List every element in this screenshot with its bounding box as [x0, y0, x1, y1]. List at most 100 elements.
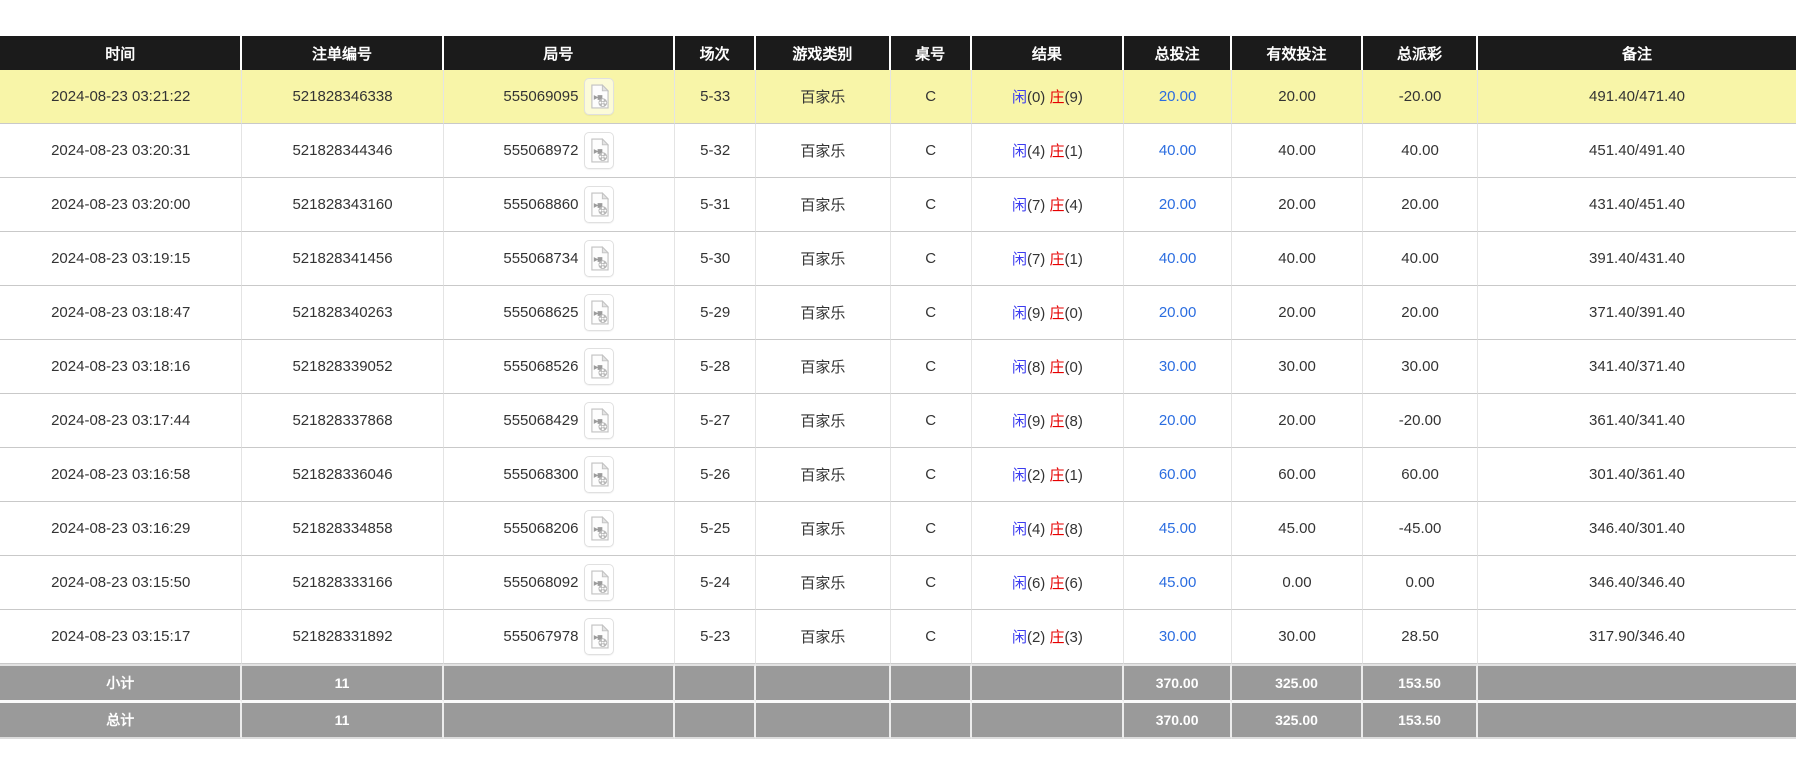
total-bet-link[interactable]: 45.00 [1159, 520, 1197, 537]
cell-total-payout: 60.00 [1363, 448, 1478, 502]
cell-result: 闲(0) 庄(9) [972, 70, 1125, 124]
total-bet-link[interactable]: 45.00 [1159, 574, 1197, 591]
cell-total-bet: 20.00 [1124, 178, 1232, 232]
cell-bet-id: 521828344346 [242, 124, 443, 178]
table-row: 2024-08-23 03:18:47521828340263555068625… [0, 286, 1796, 340]
total-bet-link[interactable]: 20.00 [1159, 196, 1197, 213]
cell-time: 2024-08-23 03:16:29 [0, 502, 242, 556]
player-label: 闲 [1012, 143, 1027, 160]
cell-time: 2024-08-23 03:20:00 [0, 178, 242, 232]
total-bet-link[interactable]: 30.00 [1159, 628, 1197, 645]
video-replay-button[interactable] [584, 618, 614, 655]
video-replay-button[interactable] [584, 402, 614, 439]
cell-time: 2024-08-23 03:15:50 [0, 556, 242, 610]
cell-table-no: C [891, 340, 972, 394]
video-replay-button[interactable] [584, 186, 614, 223]
cell-result: 闲(6) 庄(6) [972, 556, 1125, 610]
video-file-icon [590, 84, 609, 109]
cell-valid-bet: 30.00 [1232, 340, 1363, 394]
video-replay-button[interactable] [584, 456, 614, 493]
cell-valid-bet: 20.00 [1232, 178, 1363, 232]
banker-score: (9) [1065, 89, 1083, 106]
cell-summary-total-bet: 370.00 [1124, 664, 1232, 703]
cell-summary-empty [891, 664, 972, 703]
cell-result: 闲(4) 庄(1) [972, 124, 1125, 178]
round-id-text: 555068972 [503, 142, 578, 159]
cell-table-no: C [891, 232, 972, 286]
cell-bet-id: 521828340263 [242, 286, 443, 340]
cell-result: 闲(2) 庄(1) [972, 448, 1125, 502]
round-id-group: 555068526 [503, 348, 614, 385]
total-bet-link[interactable]: 20.00 [1159, 304, 1197, 321]
total-bet-link[interactable]: 40.00 [1159, 142, 1197, 159]
player-label: 闲 [1012, 467, 1027, 484]
cell-valid-bet: 60.00 [1232, 448, 1363, 502]
cell-bet-id: 521828334858 [242, 502, 443, 556]
round-id-group: 555068734 [503, 240, 614, 277]
total-bet-link[interactable]: 30.00 [1159, 358, 1197, 375]
col-session: 场次 [675, 36, 756, 70]
cell-total-payout: 30.00 [1363, 340, 1478, 394]
cell-game-type: 百家乐 [756, 124, 891, 178]
round-id-text: 555068206 [503, 520, 578, 537]
banker-label: 庄 [1049, 359, 1064, 376]
banker-label: 庄 [1049, 521, 1064, 538]
cell-round-id: 555068625 [444, 286, 676, 340]
cell-total-payout: 20.00 [1363, 178, 1478, 232]
total-bet-link[interactable]: 20.00 [1159, 412, 1197, 429]
cell-bet-id: 521828331892 [242, 610, 443, 664]
cell-total-bet: 60.00 [1124, 448, 1232, 502]
summary-row: 总计11370.00325.00153.50 [0, 703, 1796, 739]
video-replay-button[interactable] [584, 132, 614, 169]
cell-valid-bet: 20.00 [1232, 70, 1363, 124]
player-score: (4) [1027, 143, 1045, 160]
total-bet-link[interactable]: 40.00 [1159, 250, 1197, 267]
banker-label: 庄 [1049, 629, 1064, 646]
cell-session: 5-23 [675, 610, 756, 664]
cell-note: 371.40/391.40 [1478, 286, 1796, 340]
cell-game-type: 百家乐 [756, 556, 891, 610]
col-total-bet: 总投注 [1124, 36, 1232, 70]
cell-summary-note [1478, 703, 1796, 739]
total-bet-link[interactable]: 60.00 [1159, 466, 1197, 483]
cell-valid-bet: 45.00 [1232, 502, 1363, 556]
video-replay-button[interactable] [584, 510, 614, 547]
cell-time: 2024-08-23 03:18:47 [0, 286, 242, 340]
cell-table-no: C [891, 124, 972, 178]
cell-session: 5-24 [675, 556, 756, 610]
cell-summary-label: 总计 [0, 703, 242, 739]
cell-total-bet: 20.00 [1124, 70, 1232, 124]
col-time: 时间 [0, 36, 242, 70]
video-file-icon [590, 138, 609, 163]
cell-game-type: 百家乐 [756, 610, 891, 664]
table-row: 2024-08-23 03:16:58521828336046555068300… [0, 448, 1796, 502]
cell-table-no: C [891, 448, 972, 502]
cell-total-payout: 40.00 [1363, 124, 1478, 178]
banker-label: 庄 [1049, 89, 1064, 106]
cell-table-no: C [891, 70, 972, 124]
col-result: 结果 [972, 36, 1125, 70]
video-replay-button[interactable] [584, 78, 614, 115]
video-replay-button[interactable] [584, 294, 614, 331]
cell-bet-id: 521828336046 [242, 448, 443, 502]
video-replay-button[interactable] [584, 564, 614, 601]
round-id-group: 555068206 [503, 510, 614, 547]
banker-score: (0) [1065, 359, 1083, 376]
cell-game-type: 百家乐 [756, 70, 891, 124]
cell-valid-bet: 20.00 [1232, 286, 1363, 340]
cell-bet-id: 521828339052 [242, 340, 443, 394]
banker-score: (4) [1065, 197, 1083, 214]
cell-result: 闲(4) 庄(8) [972, 502, 1125, 556]
cell-summary-count: 11 [242, 664, 443, 703]
video-replay-button[interactable] [584, 240, 614, 277]
round-id-group: 555068972 [503, 132, 614, 169]
total-bet-link[interactable]: 20.00 [1159, 88, 1197, 105]
table-header: 时间 注单编号 局号 场次 游戏类别 桌号 结果 总投注 有效投注 总派彩 备注 [0, 36, 1796, 70]
round-id-text: 555068300 [503, 466, 578, 483]
cell-total-payout: 0.00 [1363, 556, 1478, 610]
player-label: 闲 [1012, 197, 1027, 214]
cell-result: 闲(7) 庄(4) [972, 178, 1125, 232]
table-body: 2024-08-23 03:21:22521828346338555069095… [0, 70, 1796, 739]
round-id-text: 555068860 [503, 196, 578, 213]
video-replay-button[interactable] [584, 348, 614, 385]
